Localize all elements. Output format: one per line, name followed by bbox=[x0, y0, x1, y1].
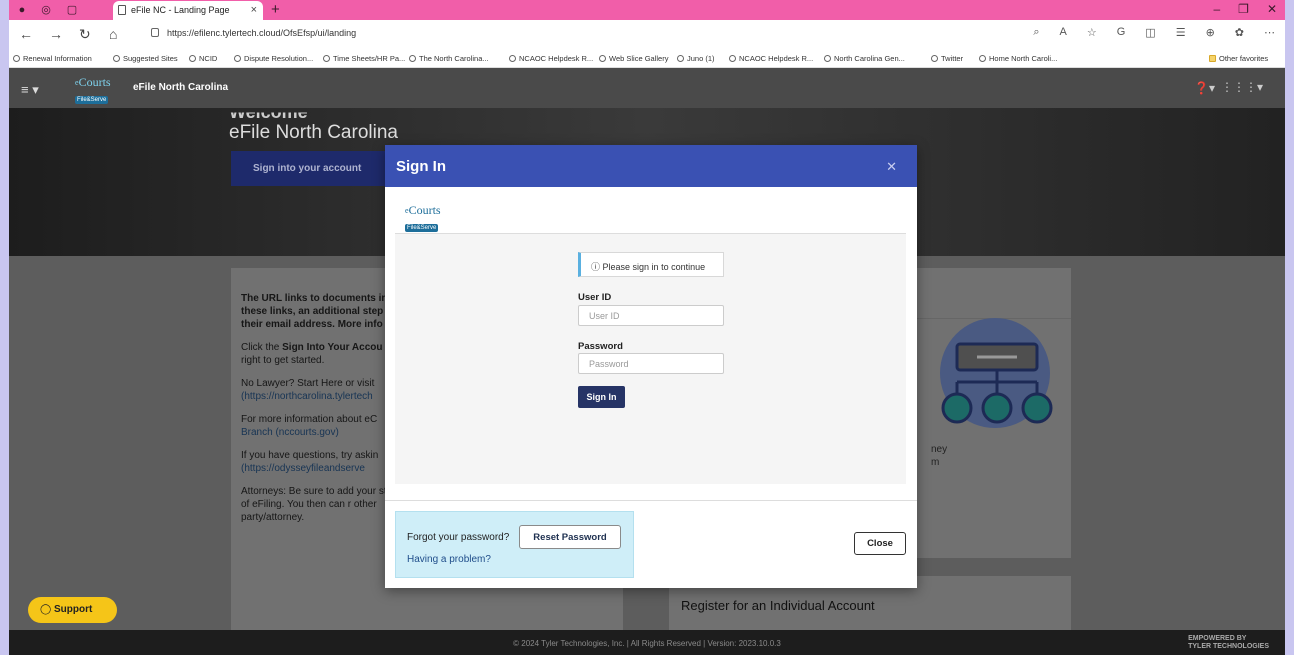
app-header: ≡ ▾ eCourts File&Serve eFile North Carol… bbox=[9, 68, 1285, 108]
hero-signin-button[interactable]: Sign into your account bbox=[231, 151, 391, 186]
favorite-item[interactable]: NCAOC Helpdesk R... bbox=[729, 54, 813, 63]
tab-actions-icon[interactable]: ▢ bbox=[65, 3, 79, 17]
attorney-card-text: ney m bbox=[931, 444, 948, 468]
apps-grid-icon[interactable]: ⋮⋮⋮▾ bbox=[1221, 80, 1263, 94]
ecourts-logo: eCourts File&Serve bbox=[405, 203, 441, 232]
favorite-item[interactable]: North Carolina Gen... bbox=[824, 54, 905, 63]
other-favorites[interactable]: Other favorites bbox=[1209, 54, 1268, 63]
close-tab-icon[interactable]: × bbox=[251, 4, 257, 16]
favorite-item[interactable]: NCAOC Helpdesk R... bbox=[509, 54, 593, 63]
userid-label: User ID bbox=[578, 292, 612, 303]
odyssey-link[interactable]: (https://odysseyfileandserve bbox=[241, 463, 365, 474]
hero-title: eFile North Carolina bbox=[229, 122, 398, 143]
info-icon: ⓘ bbox=[591, 262, 601, 272]
favorite-item[interactable]: Time Sheets/HR Pa... bbox=[323, 54, 405, 63]
page-icon bbox=[118, 5, 126, 15]
extension-icon[interactable]: G bbox=[1117, 26, 1126, 39]
url-field[interactable]: https://efilenc.tylertech.cloud/OfsEfsp/… bbox=[147, 25, 1027, 43]
address-bar-row: ← → ↻ ⌂ https://efilenc.tylertech.cloud/… bbox=[9, 20, 1285, 51]
favorite-item[interactable]: Juno (1) bbox=[677, 54, 715, 63]
forward-icon[interactable]: → bbox=[49, 26, 63, 42]
copilot-icon[interactable]: ✿ bbox=[1235, 26, 1244, 39]
refresh-icon[interactable]: ↻ bbox=[79, 26, 91, 43]
page-footer: © 2024 Tyler Technologies, Inc. | All Ri… bbox=[9, 630, 1285, 655]
favorite-item[interactable]: Renewal Information bbox=[13, 54, 92, 63]
favorite-item[interactable]: Home North Caroli... bbox=[979, 54, 1057, 63]
northcarolina-link[interactable]: (https://northcarolina.tylertech bbox=[241, 391, 373, 402]
search-icon[interactable]: ⌕ bbox=[1033, 26, 1039, 39]
menu-icon[interactable]: ≡ ▾ bbox=[21, 82, 39, 98]
minimize-icon[interactable]: – bbox=[1213, 2, 1220, 16]
password-label: Password bbox=[578, 341, 623, 352]
info-paragraph: Click the Sign Into Your Accou right to … bbox=[241, 342, 383, 366]
browser-tab-active[interactable]: eFile NC - Landing Page × bbox=[113, 1, 263, 20]
forgot-password-panel: Forgot your password? Reset Password Hav… bbox=[395, 511, 634, 578]
restore-icon[interactable]: ❐ bbox=[1238, 2, 1249, 16]
favorite-star-icon[interactable]: ☆ bbox=[1087, 26, 1097, 39]
info-paragraph: For more information about eC Branch (ncc… bbox=[241, 414, 378, 438]
read-aloud-icon[interactable]: A bbox=[1060, 26, 1067, 39]
info-paragraph: No Lawyer? Start Here or visit (https://n… bbox=[241, 378, 375, 402]
password-input[interactable]: Password bbox=[578, 353, 724, 374]
signin-modal: Sign In ✕ eCourts File&Serve ⓘ Please si… bbox=[385, 145, 917, 588]
support-button[interactable]: ◯ Support bbox=[28, 597, 117, 623]
favorite-item[interactable]: NCID bbox=[189, 54, 217, 63]
back-icon[interactable]: ← bbox=[19, 26, 33, 42]
forgot-password-text: Forgot your password? bbox=[407, 532, 510, 543]
collections-icon[interactable]: ⊕ bbox=[1206, 26, 1215, 39]
favorite-item[interactable]: Web Slice Gallery bbox=[599, 54, 668, 63]
favorite-item[interactable]: Dispute Resolution... bbox=[234, 54, 313, 63]
new-tab-icon[interactable]: + bbox=[271, 1, 280, 18]
profile-icon[interactable]: ● bbox=[15, 3, 29, 17]
workspaces-icon[interactable]: ◎ bbox=[39, 3, 53, 17]
nccourts-link[interactable]: Branch (nccourts.gov) bbox=[241, 427, 339, 438]
info-paragraph: If you have questions, try askin (https:/… bbox=[241, 450, 379, 474]
split-screen-icon[interactable]: ◫ bbox=[1145, 26, 1155, 39]
app-title: eFile North Carolina bbox=[133, 82, 229, 93]
ecourts-logo[interactable]: eCourts File&Serve bbox=[75, 76, 117, 104]
lock-icon bbox=[151, 28, 159, 37]
favorite-item[interactable]: Suggested Sites bbox=[113, 54, 178, 63]
favorite-item[interactable]: The North Carolina... bbox=[409, 54, 489, 63]
url-text: https://efilenc.tylertech.cloud/OfsEfsp/… bbox=[167, 28, 357, 38]
tab-title: eFile NC - Landing Page bbox=[131, 5, 230, 15]
reset-password-button[interactable]: Reset Password bbox=[519, 525, 621, 549]
footer-text: © 2024 Tyler Technologies, Inc. | All Ri… bbox=[513, 639, 781, 648]
help-icon[interactable]: ❓▾ bbox=[1194, 81, 1215, 95]
more-icon[interactable]: ⋯ bbox=[1264, 26, 1275, 39]
modal-title: Sign In bbox=[396, 158, 446, 175]
close-window-icon[interactable]: ✕ bbox=[1267, 2, 1277, 16]
having-problem-link[interactable]: Having a problem? bbox=[407, 554, 491, 565]
modal-header: Sign In ✕ bbox=[385, 145, 917, 187]
browser-tab-bar: ● ◎ ▢ eFile NC - Landing Page × + – ❐ ✕ bbox=[9, 0, 1285, 20]
info-paragraph: The URL links to documents in these link… bbox=[241, 293, 388, 330]
signin-notice: ⓘ Please sign in to continue bbox=[578, 252, 724, 277]
signin-button[interactable]: Sign In bbox=[578, 386, 625, 408]
home-icon[interactable]: ⌂ bbox=[109, 26, 117, 42]
support-label: Support bbox=[53, 604, 93, 615]
close-icon[interactable]: ✕ bbox=[886, 159, 897, 175]
favorites-list-icon[interactable]: ☰ bbox=[1176, 26, 1186, 39]
close-button[interactable]: Close bbox=[854, 532, 906, 555]
chat-icon: ◯ bbox=[40, 604, 52, 615]
org-chart-icon bbox=[941, 342, 1053, 424]
info-paragraph: Attorneys: Be sure to add your step of e… bbox=[241, 486, 398, 523]
userid-input[interactable]: User ID bbox=[578, 305, 724, 326]
favorites-bar: Renewal Information Suggested Sites NCID… bbox=[9, 51, 1285, 68]
tyler-logo: EMPOWERED BY TYLER TECHNOLOGIES bbox=[1188, 635, 1269, 650]
favorite-item[interactable]: Twitter bbox=[931, 54, 963, 63]
signin-form: ⓘ Please sign in to continue User ID Use… bbox=[395, 234, 906, 484]
